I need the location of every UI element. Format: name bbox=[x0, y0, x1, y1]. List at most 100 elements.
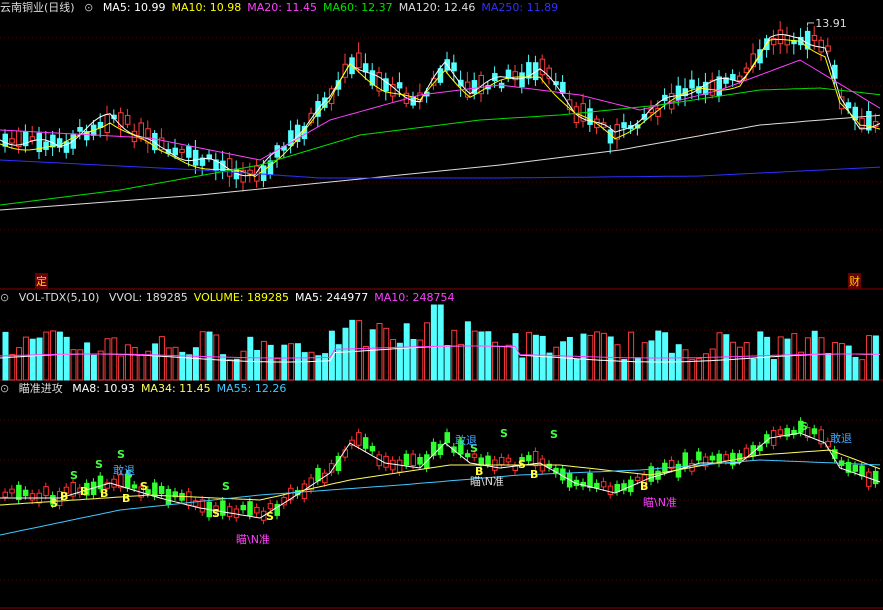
price-candle bbox=[226, 158, 233, 177]
indicator-candle bbox=[43, 486, 49, 496]
signal-label-3: 瞄\N准 bbox=[236, 533, 270, 546]
ma60-line bbox=[0, 87, 881, 206]
volume-bar bbox=[437, 304, 444, 381]
price-candle bbox=[396, 82, 403, 89]
price-candle bbox=[811, 34, 818, 41]
volume-bar bbox=[811, 330, 818, 381]
settings-circle-icon[interactable]: ⊙ bbox=[0, 382, 9, 395]
price-candle bbox=[50, 134, 56, 148]
settings-circle-icon[interactable]: ⊙ bbox=[84, 1, 93, 14]
volume-bar bbox=[798, 351, 805, 381]
volume-bar bbox=[485, 331, 492, 381]
price-candle bbox=[458, 79, 464, 87]
volume-bar bbox=[84, 342, 91, 381]
price-candle bbox=[689, 79, 695, 89]
volume-bar bbox=[152, 343, 159, 381]
indicator-candle bbox=[859, 465, 865, 477]
volume-bar bbox=[492, 341, 499, 381]
volume-bar bbox=[696, 358, 703, 381]
volume-bar bbox=[471, 330, 478, 381]
volume-bar bbox=[512, 333, 519, 381]
volume-bar bbox=[838, 343, 845, 381]
price-candle bbox=[267, 160, 274, 175]
volume-bar bbox=[22, 336, 29, 381]
volume-bar bbox=[233, 358, 240, 381]
volume-bar bbox=[97, 350, 104, 381]
volume-bar bbox=[383, 327, 390, 381]
volume-bar bbox=[614, 344, 621, 381]
volume-bar bbox=[138, 354, 145, 381]
price-candle bbox=[362, 63, 369, 73]
stock-title: 云南铜业(日线) bbox=[0, 1, 75, 14]
volume-bar bbox=[845, 345, 852, 381]
ma250-line bbox=[0, 159, 881, 179]
main-ma-values: MA5: 10.99 MA10: 10.98 MA20: 11.45 MA60: 12… bbox=[103, 1, 564, 14]
volume-bar bbox=[213, 334, 220, 381]
price-candle bbox=[519, 72, 525, 88]
indicator-candle bbox=[444, 432, 450, 444]
main-header: 云南铜业(日线) ⊙ MA5: 10.99 MA10: 10.98 MA20: 11… bbox=[0, 0, 570, 16]
volume-label-0: VVOL: 189285 bbox=[108, 291, 188, 304]
volume-bar bbox=[260, 340, 267, 381]
indicator-candle bbox=[872, 470, 879, 485]
price-candle bbox=[29, 136, 36, 142]
indicator-candle bbox=[526, 455, 532, 462]
volume-bar bbox=[866, 335, 873, 381]
indicator-candle bbox=[505, 457, 512, 463]
indicator-candle bbox=[607, 485, 614, 496]
volume-bar bbox=[553, 346, 560, 381]
indicator-candle bbox=[417, 456, 423, 465]
volume-bar bbox=[356, 320, 363, 381]
volume-bar bbox=[750, 358, 757, 381]
price-candle bbox=[124, 114, 131, 125]
indicator-label-2: MA55: 12.26 bbox=[216, 382, 287, 395]
volume-bar bbox=[308, 351, 315, 381]
volume-bar bbox=[124, 344, 131, 381]
volume-label-2: MA5: 244977 bbox=[295, 291, 369, 304]
signal-letter: B bbox=[80, 485, 88, 498]
marker-ding[interactable]: 定 bbox=[35, 273, 48, 289]
volume-bar bbox=[301, 352, 308, 381]
volume-bar bbox=[573, 358, 580, 381]
price-candle bbox=[621, 122, 627, 129]
volume-bar bbox=[682, 349, 689, 381]
marker-cai[interactable]: 财 bbox=[848, 273, 861, 289]
indicator-candle bbox=[614, 484, 620, 493]
main-ma-label-3: MA60: 12.37 bbox=[322, 1, 393, 14]
indicator-candle bbox=[247, 501, 253, 516]
volume-bar bbox=[9, 353, 16, 381]
price-candle bbox=[825, 45, 831, 52]
signal-label-2: 敢退 bbox=[830, 432, 852, 445]
indicator-candle bbox=[356, 432, 362, 446]
volume-bar bbox=[220, 354, 227, 381]
volume-bar bbox=[362, 345, 369, 381]
volume-bar bbox=[430, 304, 437, 381]
volume-bar bbox=[709, 348, 716, 381]
volume-bar bbox=[716, 332, 723, 381]
indicator-candle bbox=[777, 429, 784, 436]
volume-bar bbox=[560, 341, 567, 381]
volume-bar bbox=[369, 329, 376, 381]
price-candle bbox=[743, 67, 750, 74]
volume-bar bbox=[403, 323, 410, 381]
indicator-candle bbox=[594, 482, 600, 489]
indicator-candle bbox=[403, 453, 410, 466]
main-ma-label-1: MA10: 10.98 bbox=[171, 1, 242, 14]
price-candle bbox=[832, 64, 838, 79]
ma5-line bbox=[0, 33, 881, 177]
volume-bar bbox=[641, 342, 648, 381]
price-candle bbox=[859, 117, 865, 129]
volume-bar bbox=[376, 322, 383, 381]
volume-bar bbox=[240, 350, 247, 381]
volume-bar bbox=[478, 331, 485, 381]
indicator-candle bbox=[22, 489, 29, 497]
volume-bar bbox=[872, 335, 879, 381]
volume-bar bbox=[730, 341, 737, 381]
ma120-line bbox=[0, 114, 881, 211]
volume-bar bbox=[736, 346, 743, 381]
volume-bar bbox=[743, 342, 750, 381]
volume-bar bbox=[505, 344, 512, 381]
signal-letter: S bbox=[518, 458, 526, 471]
indicator-candle bbox=[682, 452, 688, 469]
settings-circle-icon[interactable]: ⊙ bbox=[0, 291, 9, 304]
